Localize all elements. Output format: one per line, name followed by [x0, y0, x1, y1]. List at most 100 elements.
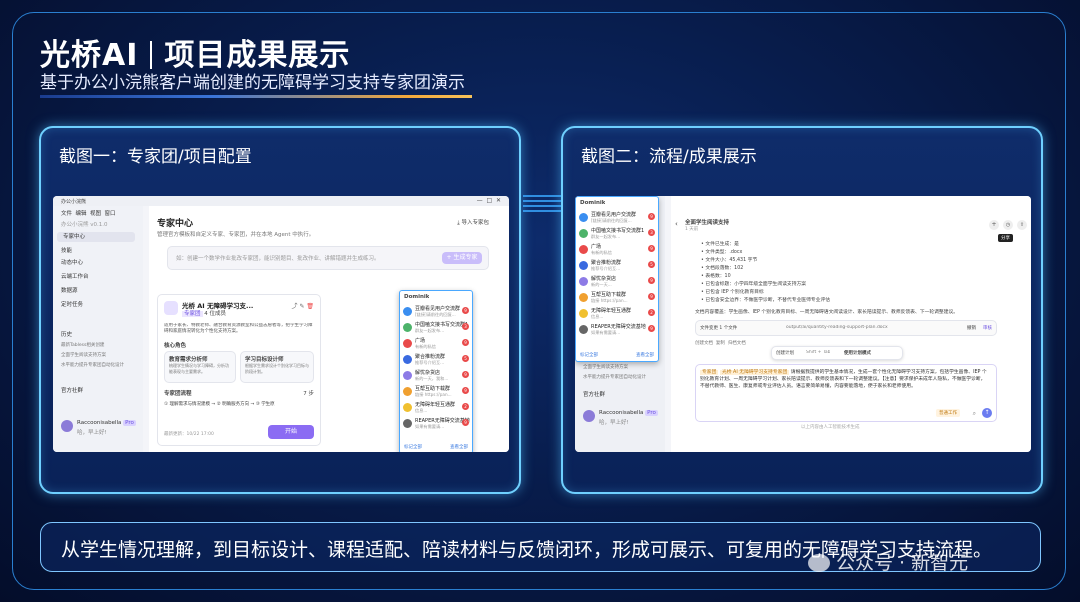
sidebar-item-community[interactable]: 官方社群 [61, 386, 83, 394]
mark-all-read-link[interactable]: 标记全部 [580, 352, 598, 358]
role-card[interactable]: 教育需求分析师 梳理学生情况与学习障碍，分析功能表现与主要需求。 [164, 351, 236, 383]
screenshot-2: Raccoonisabella Pro 哈，早上好! 全面学生阅读支持方案 水平… [575, 196, 1031, 452]
watermark: 公众号 · 新智元 [808, 548, 968, 575]
window-title: 办公小浣熊 [61, 199, 87, 205]
sidebar-item-cloud[interactable]: 云端工作台 [61, 272, 89, 280]
list-item[interactable]: 中国嗑文接书写交流群1 群友一起发布... 3 [579, 227, 655, 242]
send-icon[interactable]: ↑ [982, 408, 992, 418]
sidebar-item-history[interactable]: 历史 [61, 330, 72, 338]
team-count: 4 位成员 [204, 311, 227, 317]
archive-action[interactable]: 归档文档 [728, 341, 746, 346]
role-desc: 梳理学生情况与学习障碍，分析功能表现与主要需求。 [169, 363, 229, 374]
import-label: 导入专家包 [461, 220, 489, 226]
plan-mode-bar[interactable]: 创建计划 Shift + Tab 使用计划模式 [771, 346, 903, 360]
list-item[interactable]: 无障碍年轻互通群 信息... 2 [403, 401, 469, 416]
create-input-placeholder: 如：创建一个数学作业批改专家团，能识别题目、批改作业、讲解错题并生成练习。 [176, 256, 380, 262]
conversation-area: ‹ 全面学生阅读支持 1 天前 + ◷ ⇪ 分享 • 文件已生成：是 • 文件类… [671, 196, 1031, 452]
sidebar-item-schedule[interactable]: 定时任务 [61, 300, 83, 308]
list-item[interactable]: REAPER无障碍交流基地 如果有需要请... 9 [403, 417, 470, 432]
list-item: • 文件大小：45,431 字节 [701, 258, 758, 263]
list-item[interactable]: 广场 有新的私信 9 [403, 337, 469, 352]
copy-action[interactable]: 复制 [716, 341, 725, 346]
menu-edit[interactable]: 编辑 [76, 211, 87, 217]
history-item[interactable]: 水平能力提升专家团自动化设计 [583, 374, 646, 380]
list-item: • 已包含 IEP 个别化教育目标 [701, 290, 764, 295]
user-name-text: Raccoonisabella [77, 420, 122, 426]
attach-icon[interactable]: ⌕ [973, 410, 976, 418]
file-path: output/ai/quantity-reading-support-plan.… [786, 325, 888, 330]
team-card[interactable]: 光桥 AI 无障碍学习支... 专家团 4 位成员 ⤴ ✎ 🗑 适用于家长、特教… [157, 294, 321, 446]
use-plan-mode-tab[interactable]: 使用计划模式 [844, 350, 871, 356]
list-item[interactable]: 豆瓣看见用户交流群 [链接]请前往的回复... 9 [403, 305, 469, 320]
popup-user: Dominik [580, 200, 606, 206]
start-button[interactable]: 开始 [268, 425, 314, 439]
team-actions[interactable]: ⤴ ✎ 🗑 [292, 301, 314, 310]
chat-input[interactable]: 专家团 光桥 AI 无障碍学习支持专家团 请根据我提供的学生基本情况，生成一套个… [695, 364, 997, 422]
expert-team-tag: 专家团 [700, 370, 719, 375]
mark-all-read-link[interactable]: 标记全部 [404, 444, 422, 450]
sidebar-item-skills[interactable]: 技能 [61, 246, 72, 254]
avatar[interactable] [61, 420, 73, 432]
view-all-link[interactable]: 查看全部 [636, 352, 654, 358]
role-name: 学习目标设计师 [245, 357, 284, 363]
sidebar-item-expert-center[interactable]: 专家中心 [57, 232, 135, 242]
history-item[interactable]: 水平能力提升专家团自动化设计 [61, 362, 124, 368]
history-item[interactable]: 全面学生阅读支持方案 [583, 364, 628, 370]
popup-user: Dominik [404, 294, 430, 300]
create-plan-tab[interactable]: 创建计划 [776, 350, 794, 356]
message-actions: 创建文档 复制 归档文档 [695, 340, 746, 346]
menu-view[interactable]: 视图 [90, 211, 101, 217]
work-mode-chip[interactable]: 普通工作 [936, 409, 960, 417]
list-item[interactable]: 聚合推粉流群 推荐号介绍互... 5 [579, 259, 655, 274]
pro-badge: Pro [645, 410, 658, 416]
menu-window[interactable]: 窗口 [105, 211, 116, 217]
view-all-link[interactable]: 查看全部 [450, 444, 468, 450]
list-item[interactable]: 解忧杂货店 新的一天... 9 [579, 275, 655, 290]
back-icon[interactable]: ‹ [675, 220, 678, 228]
history-item[interactable]: 全面学生阅读支持方案 [61, 352, 106, 358]
core-roles-label: 核心角色 [164, 343, 187, 349]
list-item: • 文件类型：.docx [701, 250, 743, 255]
sidebar-item-data[interactable]: 数据源 [61, 286, 78, 294]
file-change-bar[interactable]: 文件变更 1 个文件 output/ai/quantity-reading-su… [695, 320, 997, 336]
user-status: 哈，早上好! [599, 420, 629, 426]
sidebar-item-activity[interactable]: 动态中心 [61, 258, 83, 266]
share-icon[interactable]: ⇪ [1017, 220, 1027, 230]
slide: 光桥AI 项目成果展示 基于办公小浣熊客户端创建的无障碍学习支持专家团演示 截图一… [0, 0, 1080, 602]
create-input[interactable]: 如：创建一个数学作业批改专家团，能识别题目、批改作业、讲解错题并生成练习。 + … [167, 246, 489, 270]
list-item[interactable]: 豆瓣看见用户交流群 [链接]请前往的回复... 9 [579, 211, 655, 226]
list-item: • 已包含标题：小学四年级全面学生阅读支持方案 [701, 282, 807, 287]
add-icon[interactable]: + [989, 220, 999, 230]
doc-status-list: • 文件已生成：是 • 文件类型：.docx • 文件大小：45,431 字节 … [701, 240, 830, 304]
window-controls[interactable]: — □ ✕ [477, 197, 501, 204]
list-item[interactable]: 聚合推粉流群 推荐号介绍互... 5 [403, 353, 469, 368]
main-area: 专家中心 管理官方模板和自定义专家、专家团，并在本地 Agent 中执行。 ⤓ … [149, 206, 509, 452]
sidebar-item-community[interactable]: 官方社群 [583, 390, 605, 398]
notification-popup: Dominik 豆瓣看见用户交流群 [链接]请前往的回复... 9 中国嗑文接书写交… [575, 196, 659, 362]
sidebar: 文件 编辑 视图 窗口 办公小浣熊 v0.1.0 专家中心 技能 动态中心 云端… [53, 206, 143, 452]
flow-steps: ① 理解需求与情况建模 → ② 明确服务方向 → ③ 学生原 [164, 402, 275, 407]
list-item[interactable]: REAPER无障碍交流基地 如果有需要请... 9 [579, 323, 655, 338]
list-item[interactable]: 互帮互助下载群 链接 https://pan... 9 [403, 385, 469, 400]
history-item[interactable]: 最新Tabless相关创建 [61, 342, 104, 348]
sidebar-item-label: 专家中心 [63, 234, 86, 240]
create-doc-action[interactable]: 创建文档 [695, 341, 713, 346]
list-item[interactable]: 解忧杂货店 新的一天，我和... 9 [403, 369, 469, 384]
history-icon[interactable]: ◷ [1003, 220, 1013, 230]
notification-popup: Dominik 豆瓣看见用户交流群 [链接]请前往的回复... 9 中国嗑文接书写交… [399, 290, 473, 452]
watermark-text: 公众号 · 新智元 [836, 552, 969, 574]
list-item[interactable]: 互帮互助下载群 链接 https://pan... 9 [579, 291, 655, 306]
avatar[interactable] [583, 410, 595, 422]
list-item[interactable]: 无障碍年轻互通群 信息... 2 [579, 307, 655, 322]
flow-step: 学生原 [261, 402, 275, 407]
review-button[interactable]: 审核 [983, 325, 992, 331]
panel-connector [523, 192, 561, 214]
tooltip: 分享 [998, 234, 1013, 242]
role-card[interactable]: 学习目标设计师 根据学生需求设计个别化学习目标与阶段计划。 [240, 351, 314, 383]
undo-button[interactable]: 撤销 [967, 325, 976, 331]
list-item[interactable]: 中国嗑文接书写交流群1 群友一起发布... 3 [403, 321, 469, 336]
list-item[interactable]: 广场 有新的私信 9 [579, 243, 655, 258]
generate-expert-button[interactable]: + 生成专家 [442, 252, 482, 264]
import-button[interactable]: ⤓ 导入专家包 [457, 218, 489, 227]
menu-file[interactable]: 文件 [61, 211, 72, 217]
